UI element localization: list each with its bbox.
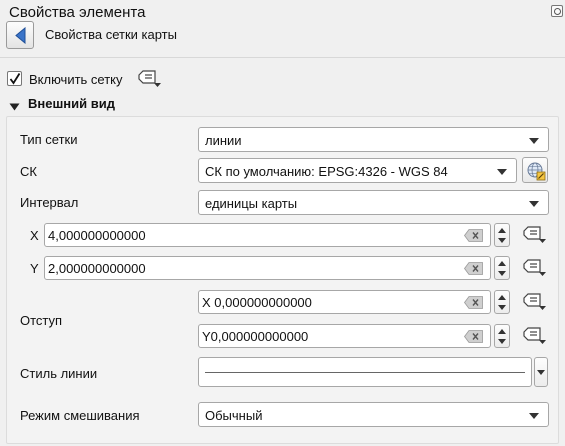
data-defined-override-icon[interactable]	[522, 258, 548, 278]
line-style-menu-button[interactable]	[534, 357, 548, 387]
back-button[interactable]	[6, 21, 34, 49]
enable-grid-label: Включить сетку	[29, 72, 123, 87]
offset-x-spinner[interactable]	[494, 290, 510, 314]
chevron-down-icon	[529, 201, 539, 207]
grid-type-label: Тип сетки	[20, 132, 78, 147]
enable-grid-checkbox[interactable]	[7, 71, 22, 86]
crs-combo[interactable]: СК по умолчанию: EPSG:4326 - WGS 84	[198, 158, 517, 183]
line-style-button[interactable]	[198, 357, 532, 387]
clear-icon[interactable]	[464, 296, 483, 309]
checkmark-icon	[9, 73, 21, 85]
clear-icon[interactable]	[464, 229, 483, 242]
interval-y-label: Y	[30, 261, 39, 276]
chevron-down-icon	[497, 169, 507, 175]
collapse-toggle-icon[interactable]	[9, 99, 20, 114]
chevron-down-icon	[529, 413, 539, 419]
interval-x-value: 4,000000000000	[48, 228, 146, 243]
page-title: Свойства сетки карты	[45, 27, 177, 42]
interval-x-spinner[interactable]	[494, 223, 510, 247]
data-defined-override-icon[interactable]	[522, 225, 548, 245]
offset-y-value: Y0,000000000000	[202, 329, 309, 344]
clear-icon[interactable]	[464, 262, 483, 275]
interval-y-input[interactable]: 2,000000000000	[44, 256, 491, 280]
interval-y-value: 2,000000000000	[48, 261, 146, 276]
header-divider	[0, 57, 565, 58]
offset-y-spinner[interactable]	[494, 324, 510, 348]
grid-type-value: линии	[205, 133, 242, 148]
spin-up-icon[interactable]	[498, 295, 506, 300]
spin-up-icon[interactable]	[498, 228, 506, 233]
float-panel-icon[interactable]	[551, 5, 563, 17]
spin-down-icon[interactable]	[498, 271, 506, 276]
interval-x-label: X	[30, 228, 39, 243]
blend-mode-value: Обычный	[205, 408, 263, 423]
line-style-preview	[205, 372, 525, 373]
grid-type-combo[interactable]: линии	[198, 127, 549, 152]
data-defined-override-icon[interactable]	[522, 292, 548, 312]
line-style-label: Стиль линии	[20, 366, 98, 381]
blend-mode-label: Режим смешивания	[20, 408, 140, 423]
chevron-down-icon	[537, 370, 545, 375]
offset-x-input[interactable]: X 0,000000000000	[198, 290, 491, 314]
spin-up-icon[interactable]	[498, 329, 506, 334]
data-defined-override-icon[interactable]	[522, 326, 548, 346]
offset-y-input[interactable]: Y0,000000000000	[198, 324, 491, 348]
interval-units-combo[interactable]: единицы карты	[198, 190, 549, 215]
offset-label: Отступ	[20, 313, 63, 328]
spin-down-icon[interactable]	[498, 238, 506, 243]
interval-y-spinner[interactable]	[494, 256, 510, 280]
data-defined-override-icon[interactable]	[137, 69, 163, 89]
crs-value: СК по умолчанию: EPSG:4326 - WGS 84	[205, 164, 448, 179]
crs-label: СК	[20, 164, 37, 179]
spin-up-icon[interactable]	[498, 261, 506, 266]
spin-down-icon[interactable]	[498, 339, 506, 344]
chevron-down-icon	[529, 138, 539, 144]
interval-units-value: единицы карты	[205, 196, 298, 211]
clear-icon[interactable]	[464, 330, 483, 343]
back-arrow-icon	[15, 27, 26, 44]
panel-title: Свойства элемента	[9, 4, 146, 21]
interval-label: Интервал	[20, 195, 79, 210]
globe-crs-icon	[527, 162, 546, 181]
blend-mode-combo[interactable]: Обычный	[198, 402, 549, 427]
spin-down-icon[interactable]	[498, 305, 506, 310]
select-crs-button[interactable]	[522, 157, 548, 183]
interval-x-input[interactable]: 4,000000000000	[44, 223, 491, 247]
section-title[interactable]: Внешний вид	[28, 96, 115, 111]
offset-x-value: X 0,000000000000	[202, 295, 312, 310]
